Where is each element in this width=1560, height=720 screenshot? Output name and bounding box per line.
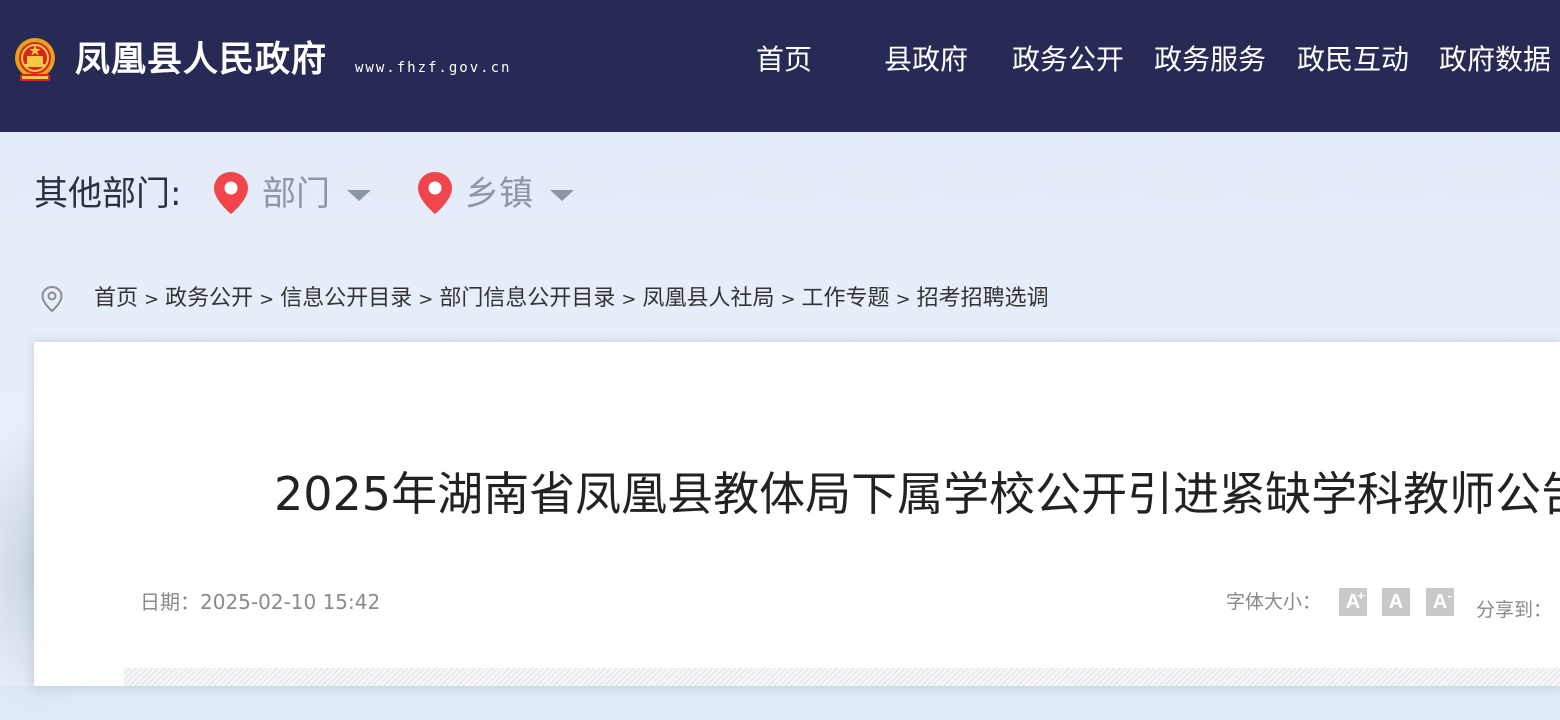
breadcrumb-separator: > bbox=[895, 289, 911, 310]
breadcrumb-department-catalog[interactable]: 部门信息公开目录 bbox=[439, 286, 615, 311]
breadcrumb-information-catalog[interactable]: 信息公开目录 bbox=[280, 286, 412, 311]
nav-public-interaction[interactable]: 政民互动 bbox=[1297, 40, 1409, 80]
breadcrumb-work-topics[interactable]: 工作专题 bbox=[802, 286, 890, 311]
content-divider bbox=[124, 668, 1560, 686]
font-default-label: A bbox=[1388, 591, 1404, 613]
location-marker-icon bbox=[41, 285, 63, 313]
breadcrumb-separator: > bbox=[418, 289, 434, 310]
breadcrumb-separator: > bbox=[259, 289, 275, 310]
article-title: 2025年湖南省凤凰县教体局下属学校公开引进紧缺学科教师公告 bbox=[274, 467, 1560, 521]
font-decrease-label: A bbox=[1432, 591, 1448, 613]
share-label: 分享到： bbox=[1476, 599, 1553, 621]
font-decrease-button[interactable]: A- bbox=[1426, 588, 1454, 616]
breadcrumb-separator: > bbox=[621, 289, 637, 310]
site-name[interactable]: 凤凰县人民政府 bbox=[75, 37, 327, 83]
nav-government-affairs-disclosure[interactable]: 政务公开 bbox=[1012, 40, 1124, 80]
breadcrumb-separator: > bbox=[780, 289, 796, 310]
national-emblem-icon[interactable] bbox=[12, 36, 58, 84]
nav-government-services[interactable]: 政务服务 bbox=[1154, 40, 1266, 80]
font-size-label: 字体大小： bbox=[1226, 591, 1322, 613]
township-chevron-down-icon[interactable] bbox=[550, 190, 574, 201]
font-default-button[interactable]: A bbox=[1382, 588, 1410, 616]
publish-date: 日期：2025-02-10 15:42 bbox=[140, 590, 381, 614]
breadcrumb-recruitment[interactable]: 招考招聘选调 bbox=[917, 286, 1049, 311]
breadcrumb: 首页 > 政务公开 > 信息公开目录 > 部门信息公开目录 > 凤凰县人社局 > 工作专题 > 招考招聘… bbox=[94, 284, 1049, 315]
nav-county-government[interactable]: 县政府 bbox=[884, 40, 968, 80]
location-pin-icon bbox=[214, 172, 248, 214]
breadcrumb-human-resources-bureau[interactable]: 凤凰县人社局 bbox=[642, 286, 774, 311]
township-select[interactable]: 乡镇 bbox=[465, 172, 533, 216]
plus-mark: + bbox=[1357, 588, 1365, 603]
breadcrumb-separator: > bbox=[144, 289, 160, 310]
minus-mark: - bbox=[1447, 588, 1452, 603]
breadcrumb-government-affairs-disclosure[interactable]: 政务公开 bbox=[165, 286, 253, 311]
article-card: 2025年湖南省凤凰县教体局下属学校公开引进紧缺学科教师公告 日期：2025-0… bbox=[34, 342, 1560, 686]
department-select[interactable]: 部门 bbox=[262, 172, 330, 216]
other-departments-label: 其他部门: bbox=[34, 174, 182, 214]
breadcrumb-home[interactable]: 首页 bbox=[94, 286, 138, 311]
department-chevron-down-icon[interactable] bbox=[347, 190, 371, 201]
font-increase-button[interactable]: A + bbox=[1339, 588, 1367, 616]
site-url: www.fhzf.gov.cn bbox=[355, 60, 512, 76]
nav-government-data[interactable]: 政府数据 bbox=[1439, 40, 1551, 80]
location-pin-icon bbox=[418, 172, 452, 214]
nav-home[interactable]: 首页 bbox=[756, 40, 812, 80]
site-header: 凤凰县人民政府 www.fhzf.gov.cn 首页 县政府 政务公开 政务服务… bbox=[0, 0, 1560, 132]
